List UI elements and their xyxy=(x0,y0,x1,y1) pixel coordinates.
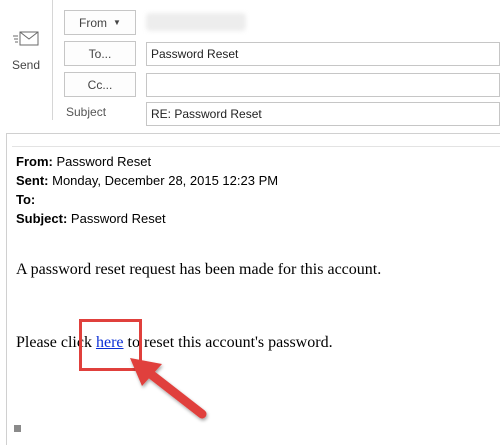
resize-grip-icon[interactable] xyxy=(14,425,21,432)
to-field[interactable]: Password Reset xyxy=(146,42,500,66)
to-button-label: To... xyxy=(88,46,112,61)
to-field-value: Password Reset xyxy=(151,47,239,61)
quoted-subject-value: Password Reset xyxy=(70,211,166,226)
quoted-from-label: From: xyxy=(16,154,53,169)
quoted-from-value: Password Reset xyxy=(56,154,152,169)
subject-field-value: RE: Password Reset xyxy=(151,107,262,121)
subject-label: Subject xyxy=(66,105,107,119)
message-line-2-after: to reset this account's password. xyxy=(123,334,333,351)
quoted-subject: Subject: Password Reset xyxy=(16,209,278,228)
quoted-subject-label: Subject: xyxy=(16,211,68,226)
chevron-down-icon: ▼ xyxy=(113,18,121,27)
send-button[interactable]: Send xyxy=(0,0,53,120)
from-address-redacted xyxy=(146,13,246,31)
annotation-arrow-icon xyxy=(130,358,207,419)
subject-field[interactable]: RE: Password Reset xyxy=(146,102,500,126)
from-label: From xyxy=(79,15,108,30)
send-label: Send xyxy=(11,58,41,72)
send-envelope-icon xyxy=(12,28,40,50)
quoted-sent-label: Sent: xyxy=(16,173,49,188)
to-button[interactable]: To... xyxy=(64,41,136,66)
quoted-to-label: To: xyxy=(16,192,36,207)
quoted-sent: Sent: Monday, December 28, 2015 12:23 PM xyxy=(16,171,278,190)
body-divider xyxy=(12,146,500,147)
cc-button[interactable]: Cc... xyxy=(64,72,136,97)
quoted-from: From: Password Reset xyxy=(16,152,278,171)
quoted-header: From: Password Reset Sent: Monday, Decem… xyxy=(16,152,278,228)
quoted-to: To: xyxy=(16,190,278,209)
cc-button-label: Cc... xyxy=(87,77,113,92)
quoted-sent-value: Monday, December 28, 2015 12:23 PM xyxy=(52,173,279,188)
message-line-2: Please click here to reset this account'… xyxy=(16,334,333,352)
from-button[interactable]: From ▼ xyxy=(64,10,136,35)
cc-field[interactable] xyxy=(146,73,500,97)
message-line-1: A password reset request has been made f… xyxy=(16,261,382,278)
